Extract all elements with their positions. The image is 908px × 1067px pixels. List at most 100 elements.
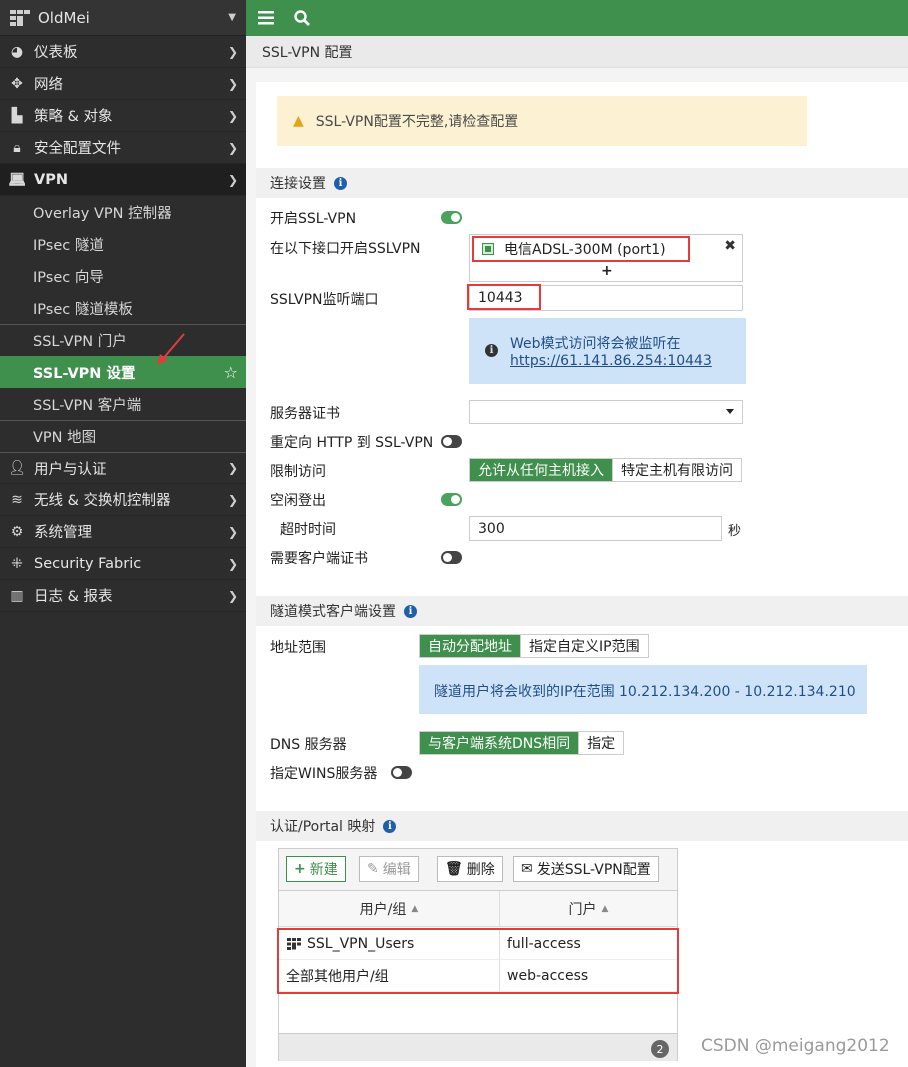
nav-label: VPN — [34, 171, 68, 188]
chevron-right-icon: ❯ — [227, 76, 238, 91]
send-config-button[interactable]: ✉ 发送SSL-VPN配置 — [513, 856, 659, 882]
iface-tag[interactable]: 电信ADSL-300M (port1) — [472, 236, 690, 262]
restrict-specific-host[interactable]: 特定主机有限访问 — [612, 459, 741, 481]
enable-sslvpn-toggle[interactable] — [441, 211, 462, 224]
settings-panel: ▲ SSL-VPN配置不完整,请检查配置 连接设置 i 开启SSL-VPN 在以… — [256, 82, 908, 1067]
nav-vpn[interactable]: 💻︎ VPN ❯ — [0, 164, 246, 196]
watermark: CSDN @meigang2012 — [701, 1036, 890, 1056]
user-icon: 👤︎ — [8, 460, 26, 476]
column-label: 门户 — [568, 901, 597, 918]
nav-network[interactable]: ✥ 网络 ❯ — [0, 68, 246, 100]
section-connection: 连接设置 i — [256, 168, 908, 198]
sub-sslvpn-client[interactable]: SSL-VPN 客户端 — [0, 388, 246, 420]
sub-ipsec-wizard[interactable]: IPsec 向导 — [0, 260, 246, 292]
dns-same-as-client[interactable]: 与客户端系统DNS相同 — [420, 732, 579, 754]
dns-segmented: 与客户端系统DNS相同 指定 — [419, 731, 625, 755]
page-title: SSL-VPN 配置 — [246, 36, 908, 68]
sub-sslvpn-portal[interactable]: SSL-VPN 门户 — [0, 324, 246, 356]
table-footer: 2 — [279, 1033, 677, 1061]
sub-sslvpn-settings[interactable]: SSL-VPN 设置 ☆ — [0, 356, 246, 388]
nav-security-fabric[interactable]: ⁜ Security Fabric ❯ — [0, 548, 246, 580]
chevron-right-icon: ❯ — [227, 492, 238, 507]
dns-specify[interactable]: 指定 — [578, 732, 624, 754]
range-auto[interactable]: 自动分配地址 — [420, 635, 520, 657]
new-button[interactable]: + 新建 — [286, 856, 346, 882]
warning-text: SSL-VPN配置不完整,请检查配置 — [315, 114, 519, 130]
port-highlight — [467, 284, 541, 310]
pencil-icon: ✎ — [367, 861, 379, 877]
delete-button[interactable]: 🗑︎ 删除 — [437, 856, 503, 882]
nav-user-auth[interactable]: 👤︎ 用户与认证 ❯ — [0, 452, 246, 484]
nav-label: 策略 & 对象 — [34, 109, 113, 125]
client-cert-toggle[interactable] — [441, 551, 462, 564]
web-url-link[interactable]: https://61.141.86.254:10443 — [510, 353, 712, 369]
address-range-segmented: 自动分配地址 指定自定义IP范围 — [419, 634, 649, 658]
row-count-badge: 2 — [651, 1040, 669, 1058]
trash-icon: 🗑︎ — [445, 861, 463, 877]
nav-label: 无线 & 交换机控制器 — [34, 493, 171, 509]
nav-label: 安全配置文件 — [34, 141, 121, 157]
wifi-icon: ≋ — [11, 491, 23, 508]
warning-banner: ▲ SSL-VPN配置不完整,请检查配置 — [277, 96, 807, 146]
sub-vpn-map[interactable]: VPN 地图 — [0, 420, 246, 452]
dropdown-arrow-icon — [726, 409, 734, 414]
idle-logout-toggle[interactable] — [441, 493, 462, 506]
nav-system[interactable]: ⚙ 系统管理 ❯ — [0, 516, 246, 548]
sub-ipsec-tunnel[interactable]: IPsec 隧道 — [0, 228, 246, 260]
nav-security-profiles[interactable]: 🔒︎ 安全配置文件 ❯ — [0, 132, 246, 164]
chevron-right-icon: ❯ — [227, 588, 238, 603]
search-icon[interactable] — [294, 10, 310, 26]
button-label: 编辑 — [382, 862, 411, 878]
nav-label: 用户与认证 — [34, 461, 107, 478]
edit-button[interactable]: ✎ 编辑 — [359, 856, 419, 882]
nav-log-report[interactable]: ▥ 日志 & 报表 ❯ — [0, 580, 246, 612]
section-title: 隧道模式客户端设置 — [270, 604, 396, 620]
cert-label: 服务器证书 — [270, 406, 340, 422]
port-icon — [482, 243, 494, 255]
iface-selector[interactable]: 电信ADSL-300M (port1) ✖ + — [469, 234, 743, 282]
column-header-portal[interactable]: 门户 ▲ — [500, 891, 677, 927]
sort-icon: ▲ — [601, 903, 609, 914]
timeout-input[interactable]: 300 — [469, 516, 722, 541]
red-arrow-annotation — [157, 333, 185, 365]
enable-sslvpn-label: 开启SSL-VPN — [270, 211, 357, 227]
column-header-user[interactable]: 用户/组 ▲ — [279, 891, 500, 927]
sort-icon: ▲ — [411, 903, 419, 914]
policy-icon: ▙ — [11, 107, 23, 124]
warning-icon: ▲ — [293, 113, 304, 129]
menu-icon[interactable] — [258, 11, 274, 25]
sub-ipsec-template[interactable]: IPsec 隧道模板 — [0, 292, 246, 324]
add-icon[interactable]: + — [601, 263, 613, 279]
table-toolbar: + 新建 ✎ 编辑 🗑︎ 删除 ✉ 发送SSL-VPN配置 — [279, 849, 677, 891]
range-info: 隧道用户将会收到的IP在范围 10.212.134.200 - 10.212.1… — [419, 665, 867, 714]
port-label: SSLVPN监听端口 — [270, 292, 379, 308]
remove-icon[interactable]: ✖ — [724, 238, 736, 254]
chart-icon: ▥ — [10, 587, 24, 604]
range-custom[interactable]: 指定自定义IP范围 — [520, 635, 648, 657]
chevron-right-icon: ❯ — [227, 44, 238, 59]
nav-policy-objects[interactable]: ▙ 策略 & 对象 ❯ — [0, 100, 246, 132]
sidebar: OldMei ▼ ◕ 仪表板 ❯ ✥ 网络 ❯ ▙ 策略 & 对象 ❯ 🔒︎ 安全配置文件 ❯ … — [0, 0, 246, 1067]
cert-select[interactable] — [469, 400, 743, 424]
wins-toggle[interactable] — [391, 766, 412, 779]
top-bar — [246, 0, 908, 36]
info-icon[interactable]: i — [334, 176, 347, 190]
info-icon[interactable]: i — [383, 819, 397, 833]
restrict-any-host[interactable]: 允许从任何主机接入 — [470, 459, 612, 481]
client-cert-label: 需要客户端证书 — [270, 551, 368, 567]
star-icon[interactable]: ☆ — [224, 363, 238, 382]
restrict-label: 限制访问 — [270, 464, 326, 480]
button-label: 删除 — [466, 862, 495, 878]
redirect-label: 重定向 HTTP 到 SSL-VPN — [270, 435, 434, 451]
brand-header[interactable]: OldMei ▼ — [0, 0, 246, 36]
nav-label: SSL-VPN 设置 — [33, 365, 136, 382]
sub-overlay-vpn[interactable]: Overlay VPN 控制器 — [0, 196, 246, 228]
idle-logout-label: 空闲登出 — [270, 493, 326, 509]
info-icon[interactable]: i — [404, 604, 417, 618]
iface-label: 在以下接口开启SSLVPN — [270, 241, 421, 257]
nav-dashboard[interactable]: ◕ 仪表板 ❯ — [0, 36, 246, 68]
redirect-toggle[interactable] — [441, 435, 462, 448]
section-title: 认证/Portal 映射 — [270, 819, 376, 835]
nav-wifi-switch[interactable]: ≋ 无线 & 交换机控制器 ❯ — [0, 484, 246, 516]
button-label: 新建 — [309, 862, 338, 878]
